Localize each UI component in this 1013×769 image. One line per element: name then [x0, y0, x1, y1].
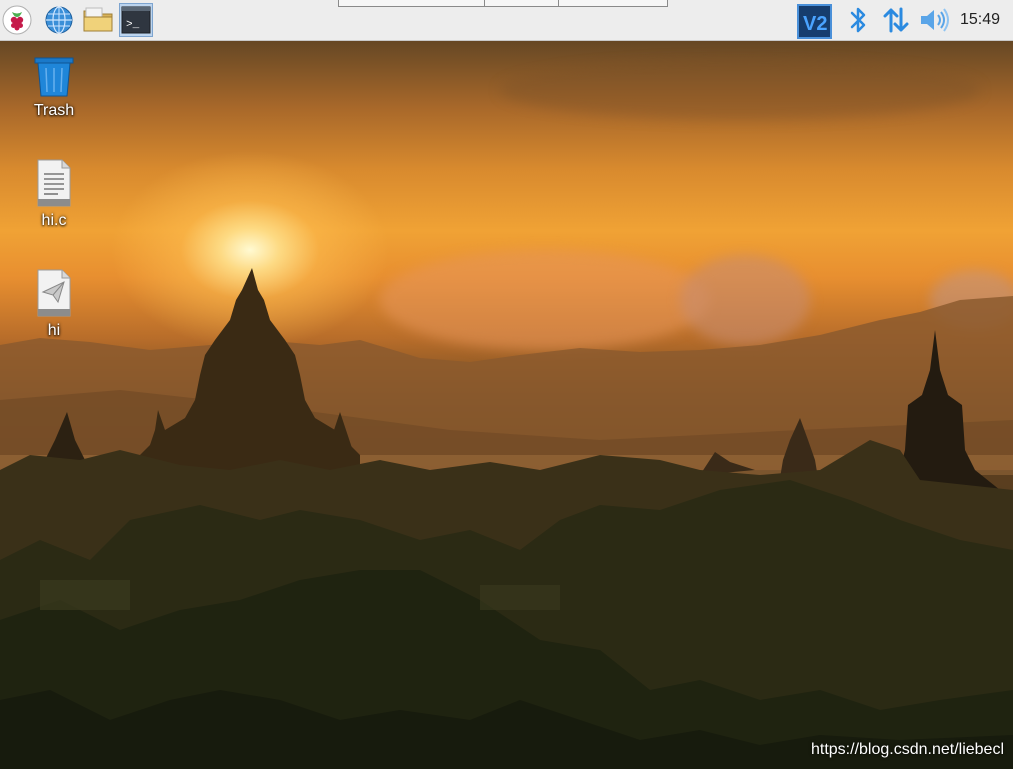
desktop-icon-label: hi: [47, 322, 61, 339]
vnc-icon: V2: [803, 13, 827, 35]
desktop-icon-label: Trash: [33, 102, 75, 119]
desktop-icon-trash[interactable]: Trash: [9, 54, 99, 120]
desktop[interactable]: >_ V2 15:49 Trash hi.c hi https://blog.c…: [0, 0, 1013, 769]
window-list-separator: [484, 0, 485, 6]
watermark-text: https://blog.csdn.net/liebecl: [810, 741, 1004, 758]
network-arrows-icon: [883, 7, 909, 33]
vnc-tray-button[interactable]: V2: [797, 4, 832, 39]
taskbar: >_ V2 15:49: [0, 0, 1013, 41]
bluetooth-tray-button[interactable]: [841, 3, 875, 37]
web-browser-button[interactable]: [42, 3, 76, 37]
terminal-button[interactable]: >_: [119, 3, 153, 37]
vnc-label: V2: [803, 13, 827, 35]
clock[interactable]: 15:49: [960, 11, 1000, 29]
folder-icon: [83, 7, 113, 32]
landscape-silhouette: [0, 268, 1013, 769]
field: [40, 580, 130, 610]
terminal-prompt: >_: [126, 19, 140, 31]
globe-icon: [45, 6, 73, 34]
file-manager-button[interactable]: [81, 3, 115, 37]
desktop-icon-hi[interactable]: hi: [9, 268, 99, 340]
terminal-icon: >_: [121, 6, 151, 34]
network-tray-button[interactable]: [879, 3, 913, 37]
raspberry-icon: [2, 5, 32, 35]
trash-icon: [34, 57, 74, 97]
bluetooth-icon: [850, 7, 866, 33]
window-list-area[interactable]: [338, 0, 668, 7]
volume-tray-button[interactable]: [917, 3, 951, 37]
desktop-icon-hi-c[interactable]: hi.c: [9, 158, 99, 230]
desktop-icon-label: hi.c: [41, 212, 67, 229]
volume-icon: [921, 8, 949, 32]
raspberry-menu-button[interactable]: [0, 3, 34, 37]
field: [480, 585, 560, 610]
executable-file-icon: [37, 269, 71, 317]
text-file-icon: [37, 159, 71, 207]
window-list-separator: [558, 0, 559, 6]
